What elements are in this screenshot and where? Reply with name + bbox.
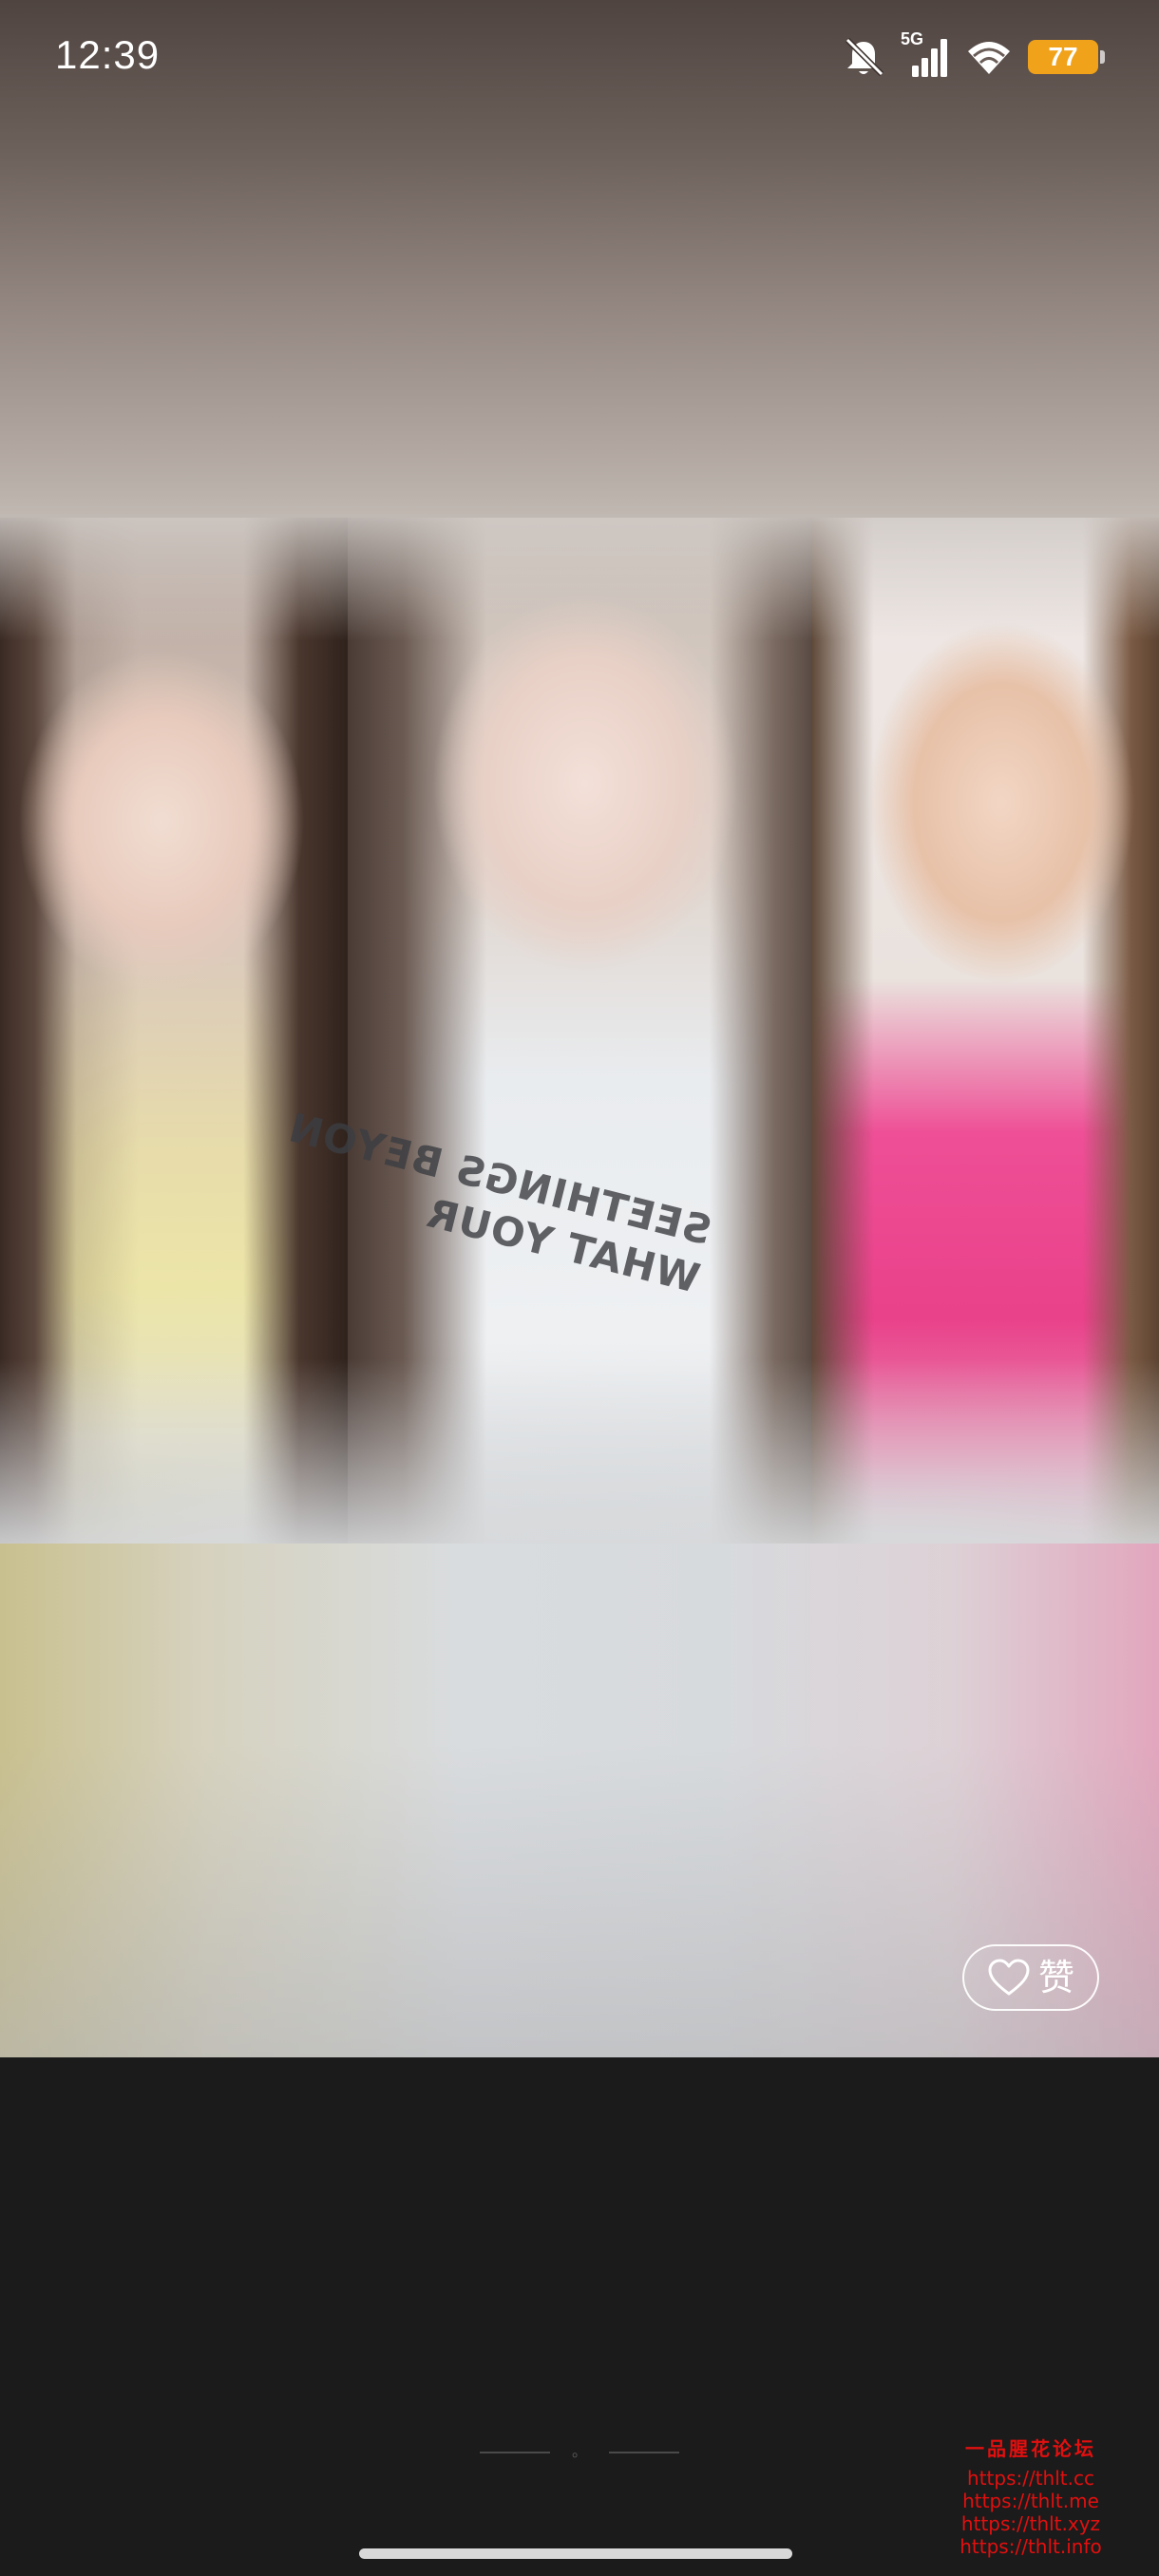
photo-center[interactable] xyxy=(348,518,811,1544)
watermark-url: https://thlt.xyz xyxy=(960,2512,1101,2535)
wifi-icon xyxy=(968,42,1010,74)
like-button[interactable]: 赞 xyxy=(962,1944,1099,2011)
end-divider: 。 xyxy=(480,2443,679,2462)
bell-mute-icon xyxy=(845,37,884,77)
status-time: 12:39 xyxy=(55,32,161,77)
battery-icon: 77 xyxy=(1028,40,1105,74)
post-image-area[interactable]: SEETHINGS BEYON WHAT YOUR xyxy=(0,0,1159,2057)
divider-line-left xyxy=(480,2452,550,2453)
watermark: 一品腥花论坛 https://thlt.cc https://thlt.me h… xyxy=(936,2434,1126,2558)
watermark-url: https://thlt.me xyxy=(962,2490,1099,2512)
heart-icon xyxy=(988,1959,1030,1996)
home-indicator[interactable] xyxy=(359,2548,792,2559)
cellular-signal-icon: 5G xyxy=(901,29,950,79)
battery-level: 77 xyxy=(1048,42,1078,71)
watermark-url: https://thlt.cc xyxy=(967,2467,1094,2490)
screen: SEETHINGS BEYON WHAT YOUR 12:39 5G 77 赞 … xyxy=(0,0,1159,2576)
divider-line-right xyxy=(608,2452,679,2453)
watermark-title: 一品腥花论坛 xyxy=(965,2437,1096,2460)
watermark-url: https://thlt.info xyxy=(960,2535,1102,2558)
divider-mark: 。 xyxy=(571,2444,587,2460)
status-bar: 12:39 5G 77 xyxy=(0,0,1159,114)
photo-right[interactable] xyxy=(811,518,1159,1544)
status-icons: 5G 77 xyxy=(842,29,1105,80)
photo-left[interactable] xyxy=(0,518,348,1544)
like-label: 赞 xyxy=(1037,1957,1074,1998)
